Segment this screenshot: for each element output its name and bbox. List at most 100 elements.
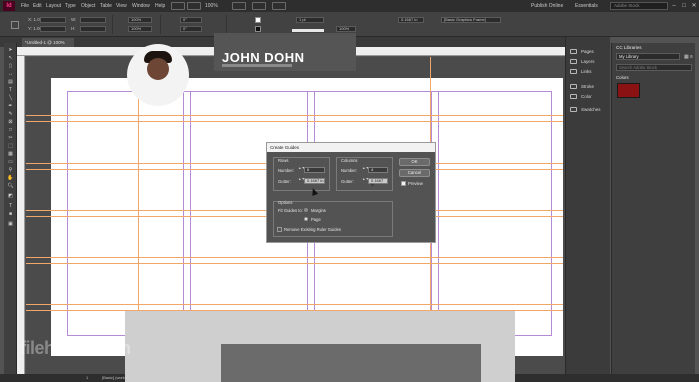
gradient-tool[interactable]: ▦ [7, 152, 14, 157]
line-tool[interactable]: ╲ [7, 96, 14, 101]
h-field[interactable] [80, 26, 106, 32]
reference-point-icon[interactable] [11, 21, 19, 29]
rectangle-tool[interactable]: □ [7, 128, 14, 133]
hand-tool[interactable]: ✋ [7, 176, 14, 181]
menu-help[interactable]: Help [155, 3, 165, 9]
list-view-icon[interactable]: ≡ [690, 54, 693, 60]
ruler-guide[interactable] [26, 115, 563, 116]
menu-table[interactable]: Table [100, 3, 112, 9]
direct-selection-tool[interactable]: ↖ [7, 56, 14, 61]
ref-field[interactable]: 0.1667 in [398, 17, 424, 23]
library-search-input[interactable]: Search Adobe Stock [616, 64, 692, 71]
scale-x-field[interactable]: 100% [128, 17, 152, 23]
layers-icon [570, 59, 577, 64]
fill-stroke-icon: ◩ [8, 193, 13, 199]
selection-icon: ➤ [8, 47, 13, 53]
columns-number-input[interactable]: 4 [368, 167, 388, 173]
dock-layers[interactable]: Layers [570, 57, 610, 66]
fill-swatch-icon[interactable] [255, 17, 261, 23]
scale-y-field[interactable]: 100% [128, 26, 152, 32]
ruler-guide[interactable] [26, 263, 563, 264]
rectangle-icon: □ [8, 127, 13, 133]
ok-button[interactable]: OK [399, 158, 430, 166]
stroke-swatch-icon[interactable] [255, 26, 261, 32]
w-field[interactable] [80, 17, 106, 23]
workspace-switcher[interactable]: Essentials [575, 3, 598, 9]
opacity-field[interactable]: 100% [336, 26, 356, 32]
stepper-icon[interactable]: ▲▼ [362, 166, 369, 173]
mini-bridge-icon[interactable] [187, 2, 201, 10]
scissors-tool[interactable]: ✂ [7, 136, 14, 141]
type-tool[interactable]: T [7, 88, 14, 93]
rectangle-frame-tool[interactable]: ⊠ [7, 120, 14, 125]
screen-mode-tool[interactable]: ▣ [7, 222, 14, 227]
stepper-icon[interactable]: ▲▼ [298, 177, 305, 184]
maximize-icon[interactable]: □ [680, 2, 688, 10]
stroke-weight-field[interactable]: 1 pt [296, 17, 324, 23]
columns-gutter-input[interactable]: 0.1667 in [368, 178, 388, 187]
page-number[interactable]: 1 [86, 375, 88, 381]
x-field[interactable] [40, 17, 66, 23]
menu-type[interactable]: Type [65, 3, 76, 9]
ruler-guide[interactable] [26, 121, 563, 122]
page-radio[interactable] [304, 217, 308, 221]
gap-tool[interactable]: ↔ [7, 72, 14, 77]
rotation-field[interactable]: 0° [180, 17, 202, 23]
publish-online-button[interactable]: Publish Online [531, 3, 563, 9]
eyedropper-icon: ⚲ [8, 167, 13, 173]
menu-window[interactable]: Window [132, 3, 150, 9]
vertical-ruler[interactable] [17, 56, 25, 374]
menu-layout[interactable]: Layout [46, 3, 61, 9]
page-tool[interactable]: ▯ [7, 64, 14, 69]
dock-swatches[interactable]: Swatches [570, 105, 610, 114]
eyedropper-tool[interactable]: ⚲ [7, 168, 14, 173]
ruler-guide[interactable] [138, 57, 139, 353]
minimize-icon[interactable]: – [670, 2, 678, 10]
view-options-icon[interactable] [232, 2, 246, 10]
grid-view-icon[interactable]: ▦ [684, 54, 689, 60]
fill-stroke-tool[interactable]: ◩ [7, 194, 14, 199]
zoom-tool[interactable]: 🔍︎ [7, 184, 14, 189]
formatting-tool[interactable]: T [7, 204, 14, 209]
color-swatch[interactable] [617, 83, 640, 98]
dock-pages[interactable]: Pages [570, 47, 610, 56]
margins-radio[interactable] [304, 208, 308, 212]
zoom-level[interactable]: 100% [205, 3, 218, 9]
object-style-select[interactable]: [Basic Graphics Frame] [441, 17, 501, 23]
pen-tool[interactable]: ✒ [7, 104, 14, 109]
cancel-button[interactable]: Cancel [399, 169, 430, 177]
color-icon [570, 94, 577, 99]
free-transform-tool[interactable]: ⬚ [7, 144, 14, 149]
ruler-guide[interactable] [26, 257, 563, 258]
stroke-type-preview[interactable] [292, 29, 324, 32]
selection-tool[interactable]: ➤ [7, 48, 14, 53]
library-select[interactable]: My Library [616, 53, 680, 60]
stock-search-input[interactable]: Adobe Stock [610, 2, 668, 10]
menu-view[interactable]: View [116, 3, 127, 9]
content-collector-tool[interactable]: ▤ [7, 80, 14, 85]
stepper-icon[interactable]: ▲▼ [298, 166, 305, 173]
apply-color-tool[interactable]: ■ [7, 212, 14, 217]
bridge-icon[interactable] [171, 2, 185, 10]
dock-stroke[interactable]: Stroke [570, 82, 610, 91]
pencil-tool[interactable]: ✎ [7, 112, 14, 117]
screen-mode-icon[interactable] [252, 2, 266, 10]
y-field[interactable] [40, 26, 66, 32]
menu-object[interactable]: Object [81, 3, 95, 9]
rows-number-input[interactable]: 6 [304, 167, 325, 173]
dock-links[interactable]: Links [570, 67, 610, 76]
dock-color[interactable]: Color [570, 92, 610, 101]
shear-field[interactable]: 0° [180, 26, 202, 32]
arrange-documents-icon[interactable] [272, 2, 286, 10]
ruler-guide[interactable] [26, 304, 563, 305]
preview-checkbox[interactable] [401, 181, 406, 186]
rows-gutter-input[interactable]: 0.1667 in [304, 178, 325, 184]
menu-edit[interactable]: Edit [33, 3, 42, 9]
rows-gutter-label: Gutter: [278, 179, 291, 184]
note-tool[interactable]: ▭ [7, 160, 14, 165]
stepper-icon[interactable]: ▲▼ [362, 177, 369, 184]
remove-guides-checkbox[interactable] [277, 227, 282, 232]
document-tab[interactable]: *Untitled-1 @ 100% [22, 38, 74, 47]
menu-file[interactable]: File [21, 3, 29, 9]
close-icon[interactable]: ✕ [690, 2, 698, 10]
